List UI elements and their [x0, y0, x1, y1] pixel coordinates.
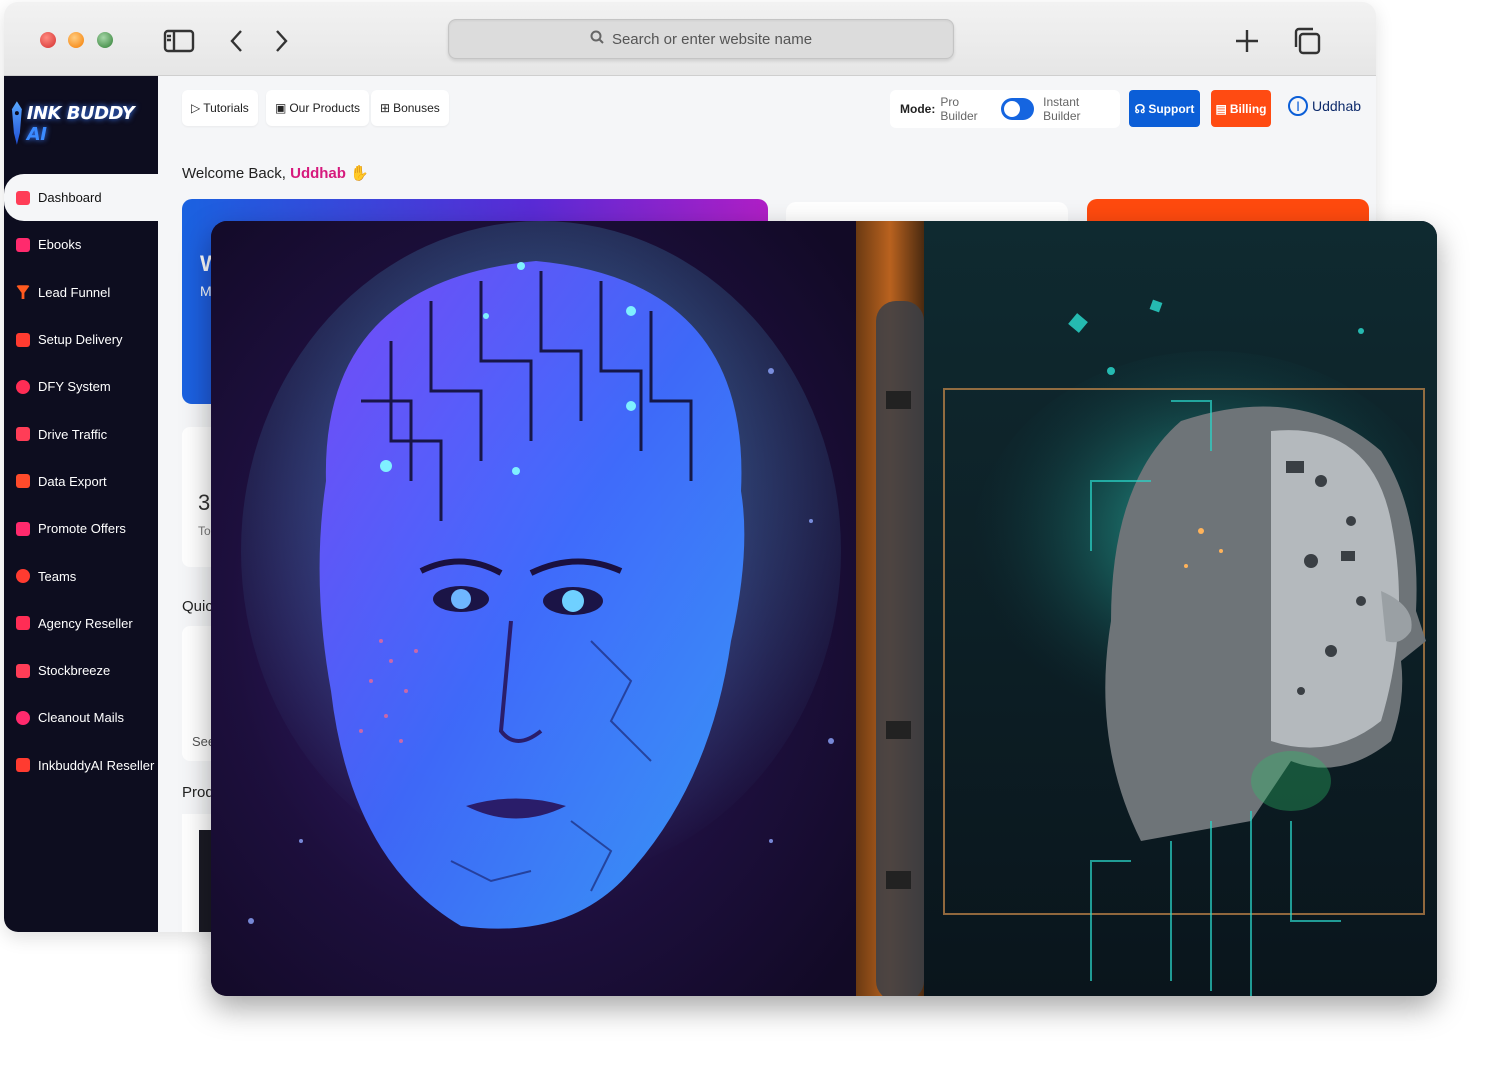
sidebar-item-inkbuddyai-reseller[interactable]: InkbuddyAI Reseller: [4, 742, 158, 789]
sidebar-item-label: Lead Funnel: [38, 284, 111, 300]
sidebar-item-label: Setup Delivery: [38, 332, 123, 348]
stat-value: 3: [198, 490, 211, 515]
stage: Search or enter website name INK BUDDY A…: [0, 0, 1500, 1065]
sidebar-item-lead-funnel[interactable]: Lead Funnel: [4, 269, 158, 316]
power-icon: |: [1288, 96, 1308, 116]
address-placeholder: Search or enter website name: [611, 30, 813, 48]
welcome-message: Welcome Back, Uddhab ✋: [182, 164, 369, 182]
tools-icon: [16, 332, 30, 347]
sidebar-item-cleanout-mails[interactable]: Cleanout Mails: [4, 694, 158, 741]
funnel-icon: [16, 285, 30, 300]
logo-text: INK BUDDY AI: [27, 103, 158, 145]
sidebar-item-label: Promote Offers: [38, 521, 126, 537]
sidebar: INK BUDDY AI Dashboard Ebooks Lead Funne…: [4, 76, 158, 932]
waving-hand-icon: ✋: [350, 165, 369, 182]
sidebar-item-label: Dashboard: [38, 190, 102, 206]
our-products-button[interactable]: ▣ Our Products: [266, 90, 370, 126]
book-icon: [16, 237, 30, 252]
logo-ai-text: AI: [26, 124, 47, 145]
welcome-name: Uddhab: [290, 165, 346, 182]
back-arrow-icon[interactable]: [220, 24, 254, 58]
new-tab-plus-icon[interactable]: [1230, 24, 1264, 58]
gift-icon: ⊞: [380, 101, 391, 115]
support-label: Support: [1148, 101, 1195, 116]
logo: INK BUDDY AI: [4, 94, 158, 154]
sidebar-item-agency-reseller[interactable]: Agency Reseller: [4, 600, 158, 647]
mode-toggle[interactable]: [1001, 98, 1035, 120]
user-menu[interactable]: | Uddhab: [1288, 96, 1361, 116]
briefcase-icon: [16, 758, 30, 773]
billing-label: Billing: [1229, 101, 1267, 116]
sidebar-nav: Dashboard Ebooks Lead Funnel Setup Deliv…: [4, 174, 158, 789]
user-name: Uddhab: [1312, 98, 1362, 114]
mode-pro-label: Pro Builder: [940, 95, 978, 123]
sidebar-item-dashboard[interactable]: Dashboard: [4, 174, 158, 222]
sidebar-toggle-icon[interactable]: [162, 24, 196, 58]
box-icon: ▣: [275, 101, 287, 115]
search-icon: [590, 30, 604, 48]
sidebar-item-setup-delivery[interactable]: Setup Delivery: [4, 316, 158, 363]
sidebar-item-dfy-system[interactable]: DFY System: [4, 363, 158, 410]
sidebar-item-teams[interactable]: Teams: [4, 552, 158, 599]
sidebar-item-drive-traffic[interactable]: Drive Traffic: [4, 410, 158, 457]
mail-icon: [16, 710, 30, 725]
tutorials-button[interactable]: ▷ Tutorials: [182, 90, 258, 126]
forward-arrow-icon[interactable]: [264, 24, 298, 58]
sidebar-item-label: Drive Traffic: [38, 426, 108, 442]
ai-artwork-image: [211, 221, 1437, 996]
traffic-icon: [16, 427, 30, 442]
sidebar-item-label: Cleanout Mails: [38, 710, 124, 726]
bonuses-button[interactable]: ⊞ Bonuses: [371, 90, 449, 126]
sidebar-item-label: Stockbreeze: [38, 663, 111, 679]
close-window-button[interactable]: [40, 32, 56, 48]
mode-instant-label: Instant Builder: [1043, 95, 1081, 123]
briefcase-icon: [16, 616, 30, 631]
sidebar-item-label: Ebooks: [38, 237, 82, 253]
stat-label: To: [198, 524, 211, 538]
browser-toolbar: Search or enter website name: [4, 2, 1376, 76]
file-export-icon: [16, 474, 30, 489]
logo-main-text: INK BUDDY: [26, 103, 135, 124]
tutorials-label: Tutorials: [203, 101, 249, 115]
tab-overview-icon[interactable]: [1290, 24, 1324, 58]
headset-icon: ☊: [1134, 101, 1146, 116]
sidebar-item-stockbreeze[interactable]: Stockbreeze: [4, 647, 158, 694]
our-products-label: Our Products: [289, 101, 361, 115]
grid-icon: [16, 190, 30, 205]
sidebar-item-label: InkbuddyAI Reseller: [38, 757, 155, 773]
sidebar-item-promote-offers[interactable]: Promote Offers: [4, 505, 158, 552]
bonuses-label: Bonuses: [393, 101, 440, 115]
minimize-window-button[interactable]: [68, 32, 84, 48]
sidebar-item-label: Data Export: [38, 473, 107, 489]
play-icon: ▷: [191, 101, 201, 115]
welcome-prefix: Welcome Back,: [182, 165, 286, 182]
quick-section-heading: Quic: [182, 598, 213, 615]
sidebar-item-label: Teams: [38, 568, 77, 584]
address-bar[interactable]: Search or enter website name: [448, 19, 954, 59]
products-section-heading: Prod: [182, 784, 214, 801]
sign-in-icon: [16, 663, 30, 678]
pen-logo-icon: [11, 101, 22, 145]
users-icon: [16, 569, 30, 584]
sidebar-item-ebooks[interactable]: Ebooks: [4, 221, 158, 268]
hero-card-subtitle: M: [200, 283, 212, 299]
sidebar-item-label: Agency Reseller: [38, 615, 133, 631]
billing-button[interactable]: ▤ Billing: [1211, 90, 1271, 127]
receipt-icon: ▤: [1215, 101, 1227, 116]
gift-icon: [16, 521, 30, 536]
mode-switcher: Mode: Pro Builder Instant Builder: [890, 90, 1120, 128]
zoom-window-button[interactable]: [97, 32, 113, 48]
sidebar-item-label: DFY System: [38, 379, 111, 395]
support-button[interactable]: ☊ Support: [1129, 90, 1200, 127]
sidebar-item-data-export[interactable]: Data Export: [4, 458, 158, 505]
cart-icon: [16, 379, 30, 394]
mode-label: Mode:: [900, 102, 936, 116]
